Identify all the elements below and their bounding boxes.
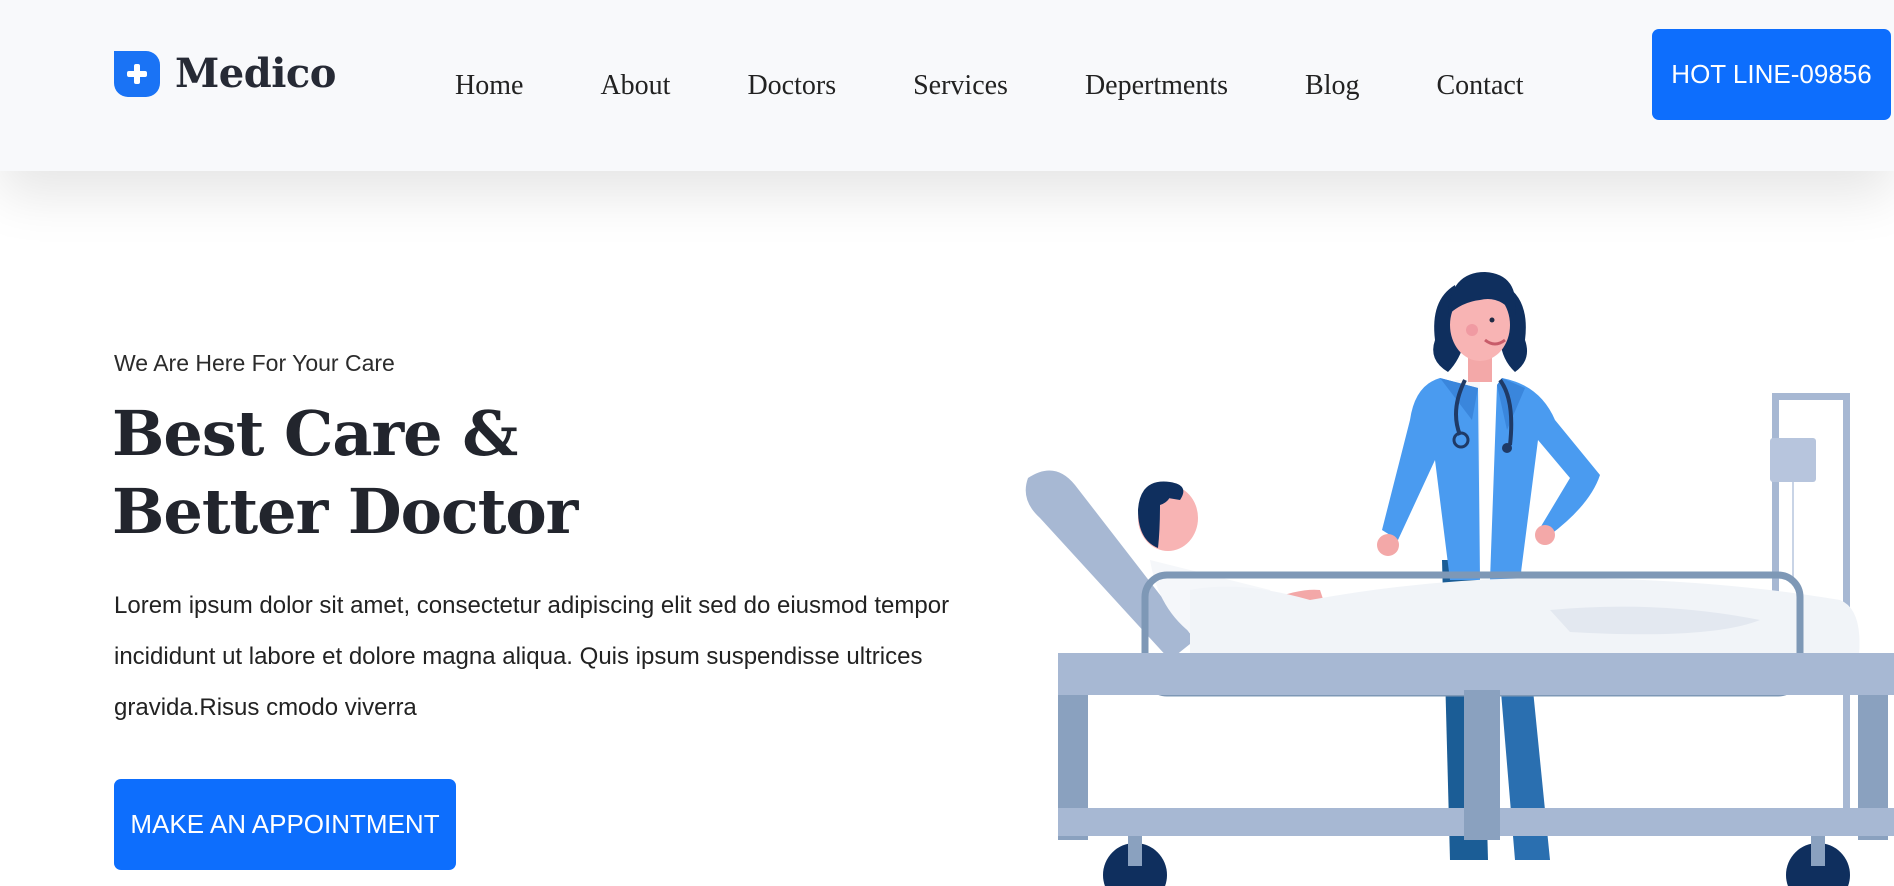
nav-item-doctors[interactable]: Doctors (747, 70, 836, 102)
hero-headline: Best Care & Better Doctor (112, 395, 578, 551)
hero-headline-line-2: Better Doctor (112, 475, 578, 548)
nav-item-blog[interactable]: Blog (1305, 70, 1359, 102)
nav-item-about[interactable]: About (600, 70, 670, 102)
brand-name: Medico (175, 50, 336, 97)
brand-logo[interactable]: Medico (114, 50, 336, 97)
nav-item-services[interactable]: Services (913, 70, 1008, 102)
nav-item-contact[interactable]: Contact (1436, 70, 1523, 102)
hotline-button[interactable]: HOT LINE-09856 (1652, 29, 1891, 120)
nav-item-departments[interactable]: Depertments (1085, 70, 1228, 102)
site-header: Medico Home About Doctors Services Deper… (0, 0, 1894, 171)
doctor-figure (1377, 272, 1600, 580)
make-appointment-button[interactable]: MAKE AN APPOINTMENT (114, 779, 456, 870)
main-nav: Home About Doctors Services Depertments … (455, 70, 1524, 102)
medical-cross-icon (114, 50, 160, 97)
bed-base (1058, 653, 1894, 695)
hero-headline-line-1: Best Care & (112, 397, 518, 470)
doctor-patient-illustration (1025, 272, 1894, 886)
hero-tagline: We Are Here For Your Care (114, 350, 395, 376)
nav-item-home[interactable]: Home (455, 70, 523, 102)
hero-description: Lorem ipsum dolor sit amet, consectetur … (114, 592, 950, 721)
